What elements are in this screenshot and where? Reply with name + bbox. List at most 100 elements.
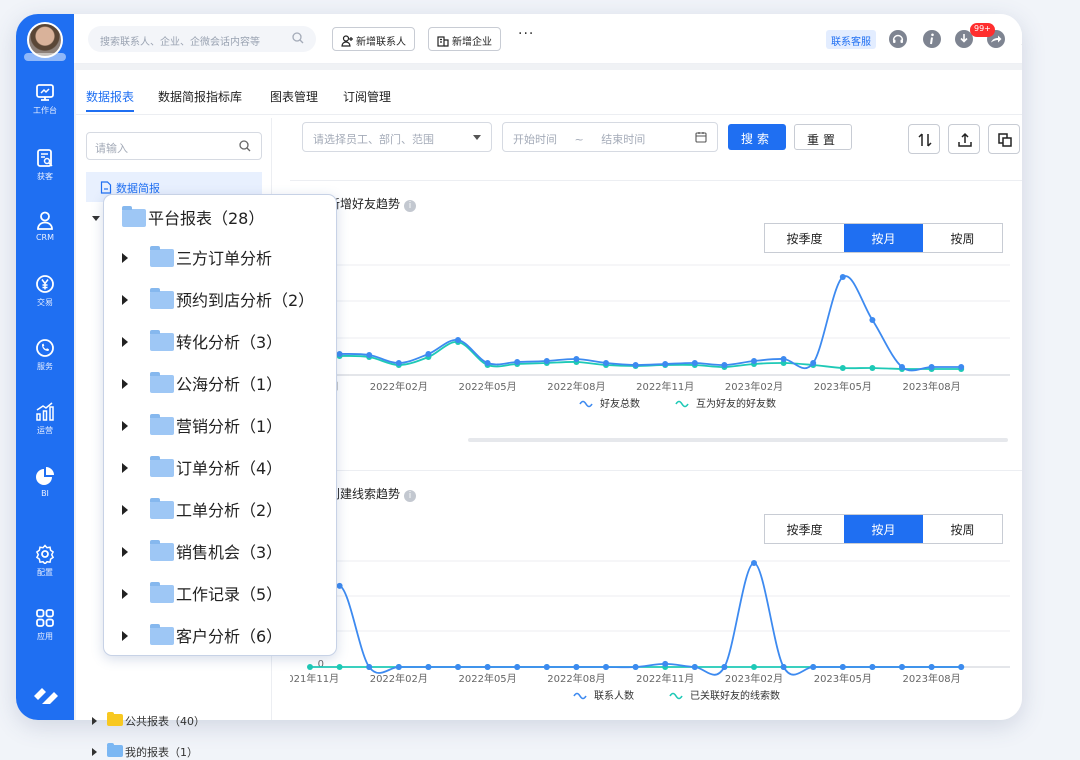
date-range-picker[interactable]: 开始时间 ~ 结束时间 <box>502 122 718 152</box>
tree-expand-caret[interactable] <box>122 631 128 641</box>
data-point[interactable] <box>751 560 757 566</box>
tree-expand-caret[interactable] <box>122 253 128 263</box>
sidebar-item-trade[interactable]: 交易 <box>16 274 74 308</box>
tree-expand-caret[interactable] <box>122 505 128 515</box>
tab-subscription-management[interactable]: 订阅管理 <box>343 88 391 105</box>
tree-expand-caret[interactable] <box>122 379 128 389</box>
popup-folder-item[interactable]: 预约到店分析（2） <box>122 287 314 311</box>
data-point[interactable] <box>691 360 698 366</box>
info-icon[interactable]: i <box>404 490 417 502</box>
headset-icon[interactable] <box>888 29 908 49</box>
sidebar-item-bi[interactable]: BI <box>16 466 74 498</box>
tree-item-my-reports[interactable]: 我的报表（1） <box>92 743 198 760</box>
data-point[interactable] <box>721 664 728 670</box>
period-month[interactable]: 按月 <box>844 224 923 252</box>
popup-folder-item[interactable]: 营销分析（1） <box>122 413 282 437</box>
data-point[interactable] <box>662 660 669 667</box>
data-point[interactable] <box>484 664 491 670</box>
data-point[interactable] <box>899 664 905 670</box>
popup-folder-item[interactable]: 客户分析（6） <box>122 623 282 647</box>
data-point[interactable] <box>514 359 521 365</box>
data-point[interactable] <box>869 365 876 371</box>
data-point[interactable] <box>691 664 698 670</box>
data-point[interactable] <box>484 360 491 366</box>
popup-folder-item[interactable]: 销售机会（3） <box>122 539 282 563</box>
popup-folder-item[interactable]: 工单分析（2） <box>122 497 282 521</box>
data-point[interactable] <box>455 664 461 670</box>
data-point[interactable] <box>307 664 313 670</box>
sidebar-item-config[interactable]: 配置 <box>16 544 74 578</box>
data-point[interactable] <box>958 364 965 370</box>
sidebar-item-acquire[interactable]: 获客 <box>16 148 74 182</box>
sidebar-item-crm[interactable]: CRM <box>16 210 74 242</box>
tree-expand-caret[interactable] <box>92 216 100 221</box>
data-point[interactable] <box>632 362 639 368</box>
tab-chart-management[interactable]: 图表管理 <box>270 88 318 105</box>
popup-folder-item[interactable]: 工作记录（5） <box>122 581 282 605</box>
copy-button[interactable] <box>988 124 1020 154</box>
tree-expand-caret[interactable] <box>122 337 128 347</box>
data-point[interactable] <box>573 664 580 670</box>
data-point[interactable] <box>869 317 876 323</box>
data-point[interactable] <box>603 664 609 670</box>
tab-brief-indicator-library[interactable]: 数据简报指标库 <box>158 88 242 105</box>
data-point[interactable] <box>366 352 373 358</box>
data-point[interactable] <box>336 664 343 670</box>
data-point[interactable] <box>543 664 550 670</box>
sort-button[interactable] <box>908 124 940 154</box>
tree-expand-caret[interactable] <box>122 295 128 305</box>
data-point[interactable] <box>869 664 876 670</box>
period-week[interactable]: 按周 <box>923 224 1002 252</box>
tree-search-input[interactable]: 请输入 <box>86 132 262 160</box>
data-point[interactable] <box>810 664 817 670</box>
data-point[interactable] <box>721 362 728 368</box>
data-point[interactable] <box>336 351 343 357</box>
data-point[interactable] <box>928 364 935 370</box>
popup-folder-item[interactable]: 订单分析（4） <box>122 455 282 479</box>
sidebar-item-service[interactable]: 服务 <box>16 338 74 372</box>
more-menu-button[interactable]: ··· <box>518 26 534 42</box>
global-search-input[interactable]: 搜索联系人、企业、企微会话内容等 <box>88 26 316 52</box>
data-point[interactable] <box>425 664 432 670</box>
sidebar-item-operation[interactable]: 运营 <box>16 402 74 436</box>
data-point[interactable] <box>543 358 550 364</box>
tree-expand-caret[interactable] <box>122 463 128 473</box>
info-icon[interactable]: i <box>404 200 417 212</box>
data-point[interactable] <box>780 664 787 670</box>
popup-folder-item[interactable]: 转化分析（3） <box>122 329 282 353</box>
popup-folder-item[interactable]: 三方订单分析 <box>122 245 272 269</box>
add-contact-button[interactable]: 新增联系人 <box>332 27 415 51</box>
data-point[interactable] <box>425 351 432 357</box>
popup-root-folder[interactable]: 平台报表（28） <box>122 205 264 229</box>
data-point[interactable] <box>839 365 846 371</box>
export-button[interactable] <box>948 124 980 154</box>
data-point[interactable] <box>751 664 757 670</box>
data-point[interactable] <box>455 337 461 343</box>
tab-data-report[interactable]: 数据报表 <box>86 88 134 105</box>
data-point[interactable] <box>928 664 935 670</box>
tree-expand-caret[interactable] <box>92 717 97 725</box>
sidebar-item-workbench[interactable]: 工作台 <box>16 84 74 116</box>
tree-expand-caret[interactable] <box>122 421 128 431</box>
data-point[interactable] <box>395 664 402 670</box>
data-point[interactable] <box>573 356 580 362</box>
data-point[interactable] <box>336 582 343 589</box>
data-point[interactable] <box>366 664 373 670</box>
data-point[interactable] <box>958 664 965 670</box>
tree-expand-caret[interactable] <box>122 547 128 557</box>
data-point[interactable] <box>632 664 639 670</box>
popup-folder-item[interactable]: 公海分析（1） <box>122 371 282 395</box>
horizontal-scrollbar[interactable] <box>468 438 1008 442</box>
data-point[interactable] <box>662 361 669 367</box>
tree-item-public-reports[interactable]: 公共报表（40） <box>92 712 205 729</box>
employee-select[interactable]: 请选择员工、部门、范围 <box>302 122 492 152</box>
period-quarter[interactable]: 按季度 <box>765 224 844 252</box>
data-point[interactable] <box>810 360 817 366</box>
reset-button[interactable]: 重置 <box>794 124 852 150</box>
data-point[interactable] <box>839 274 846 280</box>
data-point[interactable] <box>780 356 787 362</box>
data-point[interactable] <box>839 664 846 670</box>
tree-expand-caret[interactable] <box>92 748 97 756</box>
search-button[interactable]: 搜索 <box>728 124 786 150</box>
data-point[interactable] <box>751 358 757 364</box>
